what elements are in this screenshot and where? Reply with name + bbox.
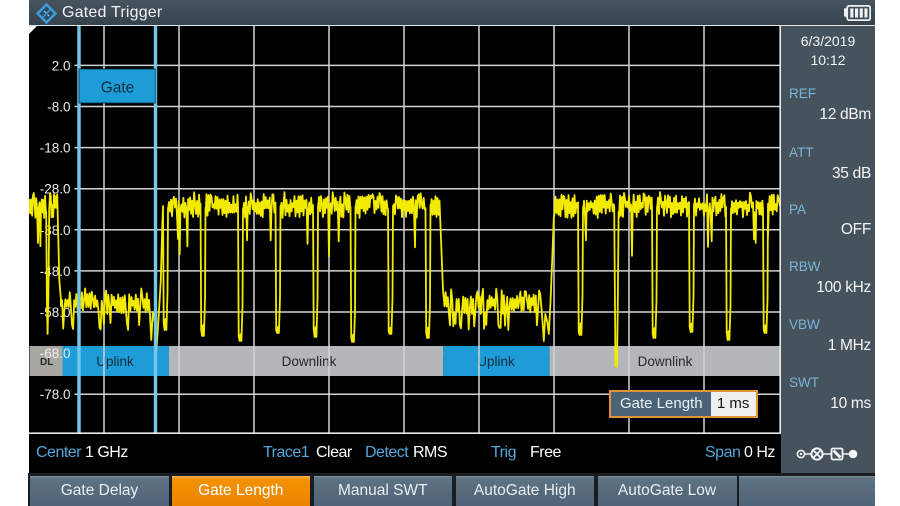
svg-text:-38.0: -38.0 xyxy=(40,223,71,238)
svg-text:-68.0: -68.0 xyxy=(40,346,71,361)
svg-text:Uplink: Uplink xyxy=(96,354,134,369)
svg-text:-18.0: -18.0 xyxy=(40,141,71,156)
svg-text:-58.0: -58.0 xyxy=(40,305,71,320)
svg-text:-48.0: -48.0 xyxy=(40,264,71,279)
svg-text:-28.0: -28.0 xyxy=(40,182,71,197)
svg-text:-8.0: -8.0 xyxy=(47,100,70,115)
svg-text:Uplink: Uplink xyxy=(477,354,515,369)
svg-text:-78.0: -78.0 xyxy=(40,387,71,402)
svg-text:2.0: 2.0 xyxy=(52,58,71,73)
svg-text:Downlink: Downlink xyxy=(638,354,693,369)
svg-text:Gate: Gate xyxy=(101,80,135,97)
